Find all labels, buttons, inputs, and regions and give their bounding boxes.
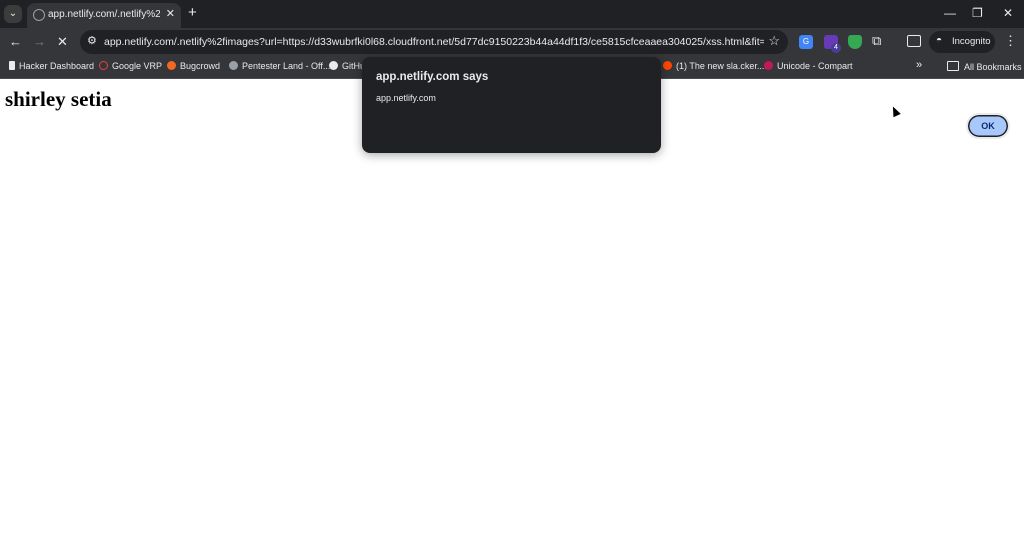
forward-button[interactable]: → [33, 34, 46, 49]
stop-loading-button[interactable]: ✕ [57, 34, 68, 50]
url-text[interactable]: app.netlify.com/.netlify%2fimages?url=ht… [104, 36, 764, 48]
minimize-button[interactable]: — [944, 6, 956, 20]
bookmark-google-vrp[interactable]: Google VRP [99, 61, 162, 71]
bookmark-reddit-slacker[interactable]: (1) The new sla.cker.... [663, 61, 767, 71]
address-bar[interactable]: ⚙ app.netlify.com/.netlify%2fimages?url=… [80, 30, 788, 54]
folder-icon [947, 61, 959, 71]
github-icon [329, 61, 338, 70]
bookmark-unicode-compart[interactable]: Unicode - Compart [764, 61, 853, 71]
shield-extension-icon[interactable] [848, 35, 862, 49]
bookmark-star-icon[interactable]: ☆ [768, 33, 780, 49]
title-bar: ⌄ app.netlify.com/.netlify%2fimag ✕ + — … [0, 0, 1024, 28]
bookmark-github[interactable]: GitHu [329, 61, 365, 71]
side-panel-icon[interactable] [907, 35, 921, 47]
incognito-badge[interactable]: ◓ Incognito [929, 31, 995, 53]
page-heading: shirley setia [5, 87, 112, 111]
extensions-puzzle-icon[interactable]: ⧉ [872, 33, 881, 49]
back-button[interactable]: ← [9, 34, 22, 49]
tab-search-button[interactable]: ⌄ [4, 5, 22, 23]
tab-close-button[interactable]: ✕ [166, 7, 175, 20]
bookmark-hacker-dashboard[interactable]: Hacker Dashboard [9, 61, 94, 71]
pentester-land-icon [229, 61, 238, 70]
alert-dialog: app.netlify.com says app.netlify.com OK [362, 57, 1010, 153]
tab-title: app.netlify.com/.netlify%2fimag [48, 9, 160, 20]
tab-active[interactable]: app.netlify.com/.netlify%2fimag ✕ [27, 3, 181, 28]
bookmark-pentester-land[interactable]: Pentester Land - Off... [229, 61, 330, 71]
window-close-button[interactable]: ✕ [1003, 6, 1013, 20]
google-vrp-icon [99, 61, 108, 70]
bookmarks-overflow-button[interactable]: » [916, 59, 922, 71]
site-info-icon[interactable]: ⚙ [87, 34, 97, 47]
mouse-cursor-icon [889, 104, 901, 118]
dialog-title: app.netlify.com says [376, 71, 489, 83]
compart-icon [764, 61, 773, 70]
globe-icon [33, 9, 45, 21]
extension-badge: 4 [831, 43, 841, 53]
reddit-icon [663, 61, 672, 70]
bookmark-bugcrowd[interactable]: Bugcrowd [167, 61, 220, 71]
browser-toolbar: ← → ✕ ⚙ app.netlify.com/.netlify%2fimage… [0, 28, 1024, 56]
incognito-label: Incognito [952, 36, 991, 47]
bugcrowd-icon [167, 61, 176, 70]
all-bookmarks-button[interactable]: All Bookmarks [947, 61, 1022, 72]
incognito-icon: ◓ [936, 35, 943, 46]
restore-button[interactable]: ❐ [972, 6, 983, 20]
browser-menu-button[interactable]: ⋮ [1004, 33, 1017, 49]
dialog-message: app.netlify.com [376, 93, 436, 103]
new-tab-button[interactable]: + [188, 5, 197, 21]
hacker-icon [9, 61, 15, 70]
ok-button[interactable]: OK [966, 113, 1010, 139]
translate-extension-icon[interactable]: G [799, 35, 813, 49]
